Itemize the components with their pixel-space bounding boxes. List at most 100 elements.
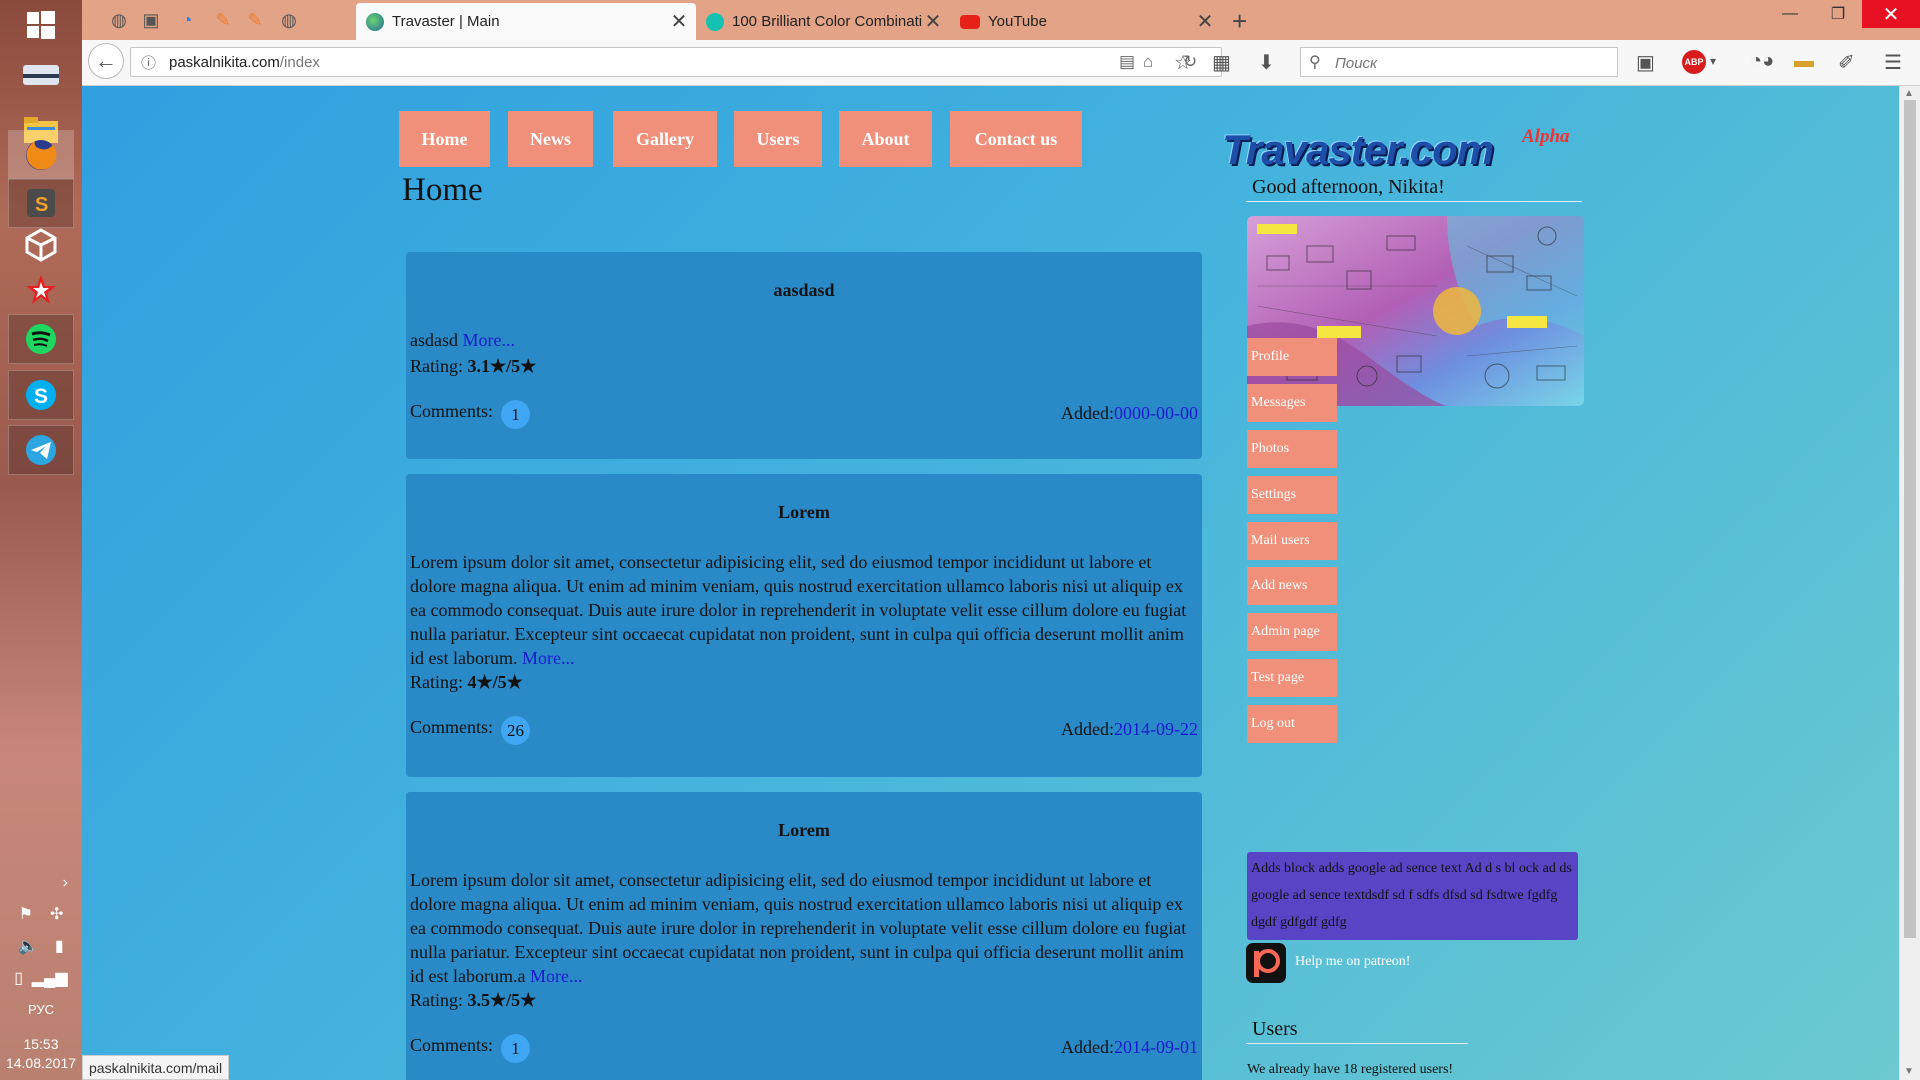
- pinned-tab-loading-icon[interactable]: ◔: [174, 8, 200, 32]
- nav-users-button[interactable]: Users: [734, 111, 822, 167]
- date-value: 2014-09-01: [1114, 1037, 1198, 1057]
- eyedropper-extension-icon[interactable]: ✐: [1838, 50, 1855, 75]
- patreon-icon[interactable]: [1246, 943, 1286, 983]
- windows-start-icon[interactable]: [8, 0, 74, 50]
- add-news-button[interactable]: Add news: [1247, 567, 1337, 605]
- flag-icon[interactable]: ⚑: [19, 904, 33, 924]
- read-more-link[interactable]: More...: [463, 330, 516, 350]
- screenshot-extension-icon[interactable]: ▣: [1636, 50, 1655, 75]
- read-more-link[interactable]: More...: [522, 648, 575, 668]
- site-logo[interactable]: Travaster.com: [1222, 126, 1494, 174]
- tab-title: Travaster | Main: [392, 13, 500, 30]
- svg-text:S: S: [34, 385, 48, 408]
- profile-banner-image[interactable]: [1247, 216, 1584, 406]
- search-input[interactable]: [1333, 52, 1607, 74]
- pokerstars-icon[interactable]: [8, 265, 74, 315]
- read-more-link[interactable]: More...: [530, 966, 583, 986]
- messages-button[interactable]: Messages: [1247, 384, 1337, 422]
- reader-view-icon[interactable]: ▤: [1119, 52, 1135, 72]
- telegram-icon[interactable]: [8, 425, 74, 475]
- nav-news-button[interactable]: News: [508, 111, 593, 167]
- close-tab-icon[interactable]: ✕: [1194, 9, 1216, 34]
- scroll-up-icon[interactable]: ▲: [1904, 88, 1914, 99]
- home-icon[interactable]: ⌂: [1143, 52, 1153, 72]
- nav-contact-button[interactable]: Contact us: [950, 111, 1082, 167]
- unity-icon[interactable]: [8, 220, 74, 270]
- comments-count-badge[interactable]: 26: [501, 716, 531, 745]
- desktop-drive-icon[interactable]: [8, 50, 74, 100]
- users-heading: Users: [1252, 1018, 1298, 1040]
- language-indicator[interactable]: РУС: [0, 1002, 82, 1017]
- scrollbar-thumb[interactable]: [1904, 100, 1916, 938]
- ad-block[interactable]: Adds block adds google ad sence text Ad …: [1247, 852, 1578, 940]
- pinned-tab-globe2-icon[interactable]: ◍: [276, 8, 302, 32]
- mail-users-button[interactable]: Mail users: [1247, 522, 1337, 560]
- tab-youtube[interactable]: YouTube ✕: [950, 3, 1222, 40]
- new-tab-plus-icon[interactable]: +: [1232, 6, 1247, 37]
- rating-label: Rating:: [410, 990, 463, 1010]
- downloads-icon[interactable]: ⬇: [1258, 50, 1275, 75]
- comments-count-badge[interactable]: 1: [501, 400, 531, 429]
- post-title: aasdasd: [773, 280, 835, 300]
- post-title: Lorem: [778, 502, 830, 522]
- clock-time: 15:53: [23, 1036, 59, 1052]
- clock-date: 14.08.2017: [5, 1055, 77, 1071]
- log-out-button[interactable]: Log out: [1247, 705, 1337, 743]
- spotify-icon[interactable]: [8, 314, 74, 364]
- volume-icon[interactable]: 🔈: [18, 936, 38, 956]
- tray-expand-icon[interactable]: ›: [0, 868, 82, 898]
- profile-button[interactable]: Profile: [1247, 338, 1337, 376]
- pinned-tab-pin2-icon[interactable]: ✎: [242, 8, 268, 32]
- post-rating: Rating: 3.1★/5★: [410, 356, 536, 377]
- nav-home-button[interactable]: Home: [399, 111, 490, 167]
- news-post: Lorem Lorem ipsum dolor sit amet, consec…: [406, 474, 1202, 777]
- page-title: Home: [402, 172, 483, 208]
- test-page-button[interactable]: Test page: [1247, 659, 1337, 697]
- news-post: aasdasd asdasd More... Rating: 3.1★/5★ C…: [406, 252, 1202, 459]
- adblock-dropdown-icon[interactable]: ▾: [1710, 54, 1716, 68]
- url-path: /index: [279, 54, 320, 71]
- settings-button[interactable]: Settings: [1247, 476, 1337, 514]
- window-restore-icon[interactable]: ❐: [1814, 0, 1862, 28]
- registered-users-count: We already have 18 registered users!: [1247, 1062, 1454, 1077]
- task-manager-icon[interactable]: ▮: [55, 936, 64, 956]
- hamburger-menu-icon[interactable]: ☰: [1884, 50, 1902, 75]
- pinned-tab-globe-icon[interactable]: ◍: [106, 8, 132, 32]
- nav-gallery-button[interactable]: Gallery: [613, 111, 717, 167]
- nav-about-button[interactable]: About: [839, 111, 932, 167]
- window-minimize-icon[interactable]: —: [1766, 0, 1814, 28]
- back-arrow-icon[interactable]: ←: [88, 43, 124, 79]
- admin-page-button[interactable]: Admin page: [1247, 613, 1337, 651]
- page-scrollbar[interactable]: ▲ ▼: [1899, 86, 1920, 1080]
- network-settings-icon[interactable]: ✣: [50, 904, 63, 924]
- tab-color-combinations[interactable]: 100 Brilliant Color Combinati ✕: [696, 3, 950, 40]
- adblock-plus-icon[interactable]: ABP: [1682, 50, 1706, 74]
- clock[interactable]: 15:53 14.08.2017: [0, 1035, 82, 1073]
- firefox-icon[interactable]: [8, 130, 74, 180]
- address-bar[interactable]: ⓘ paskalnikita.com/index ▤ ⌂ ↻: [130, 47, 1222, 77]
- skype-icon[interactable]: S: [8, 370, 74, 420]
- pinned-tab-pin-icon[interactable]: ✎: [210, 8, 236, 32]
- tab-travaster-main[interactable]: Travaster | Main ✕: [356, 3, 696, 40]
- bookmark-star-icon[interactable]: ☆: [1174, 50, 1192, 75]
- photos-button[interactable]: Photos: [1247, 430, 1337, 468]
- comments-count-badge[interactable]: 1: [501, 1034, 531, 1063]
- mask-extension-icon[interactable]: ◔◕: [1750, 50, 1774, 73]
- tab-title: YouTube: [988, 13, 1047, 30]
- window-close-icon[interactable]: ✕: [1862, 0, 1920, 28]
- reading-list-icon[interactable]: ▦: [1212, 50, 1231, 75]
- battery-icon[interactable]: ▯: [14, 968, 23, 988]
- wallet-extension-icon[interactable]: ▬: [1794, 50, 1814, 73]
- site-info-icon[interactable]: ⓘ: [141, 52, 156, 73]
- close-tab-icon[interactable]: ✕: [922, 9, 944, 34]
- url-text[interactable]: paskalnikita.com/index: [169, 54, 320, 71]
- search-magnifier-icon: ⚲: [1309, 54, 1321, 71]
- users-divider: [1246, 1043, 1468, 1044]
- patreon-link[interactable]: Help me on patreon!: [1295, 954, 1410, 970]
- scroll-down-icon[interactable]: ▼: [1904, 1066, 1914, 1077]
- search-box[interactable]: ⚲: [1300, 47, 1618, 77]
- pinned-tab-monitor-icon[interactable]: ▣: [138, 8, 164, 32]
- signal-icon[interactable]: ▂▄▆: [32, 968, 68, 988]
- close-tab-icon[interactable]: ✕: [668, 9, 690, 34]
- page-viewport: Home News Gallery Users About Contact us…: [82, 86, 1899, 1080]
